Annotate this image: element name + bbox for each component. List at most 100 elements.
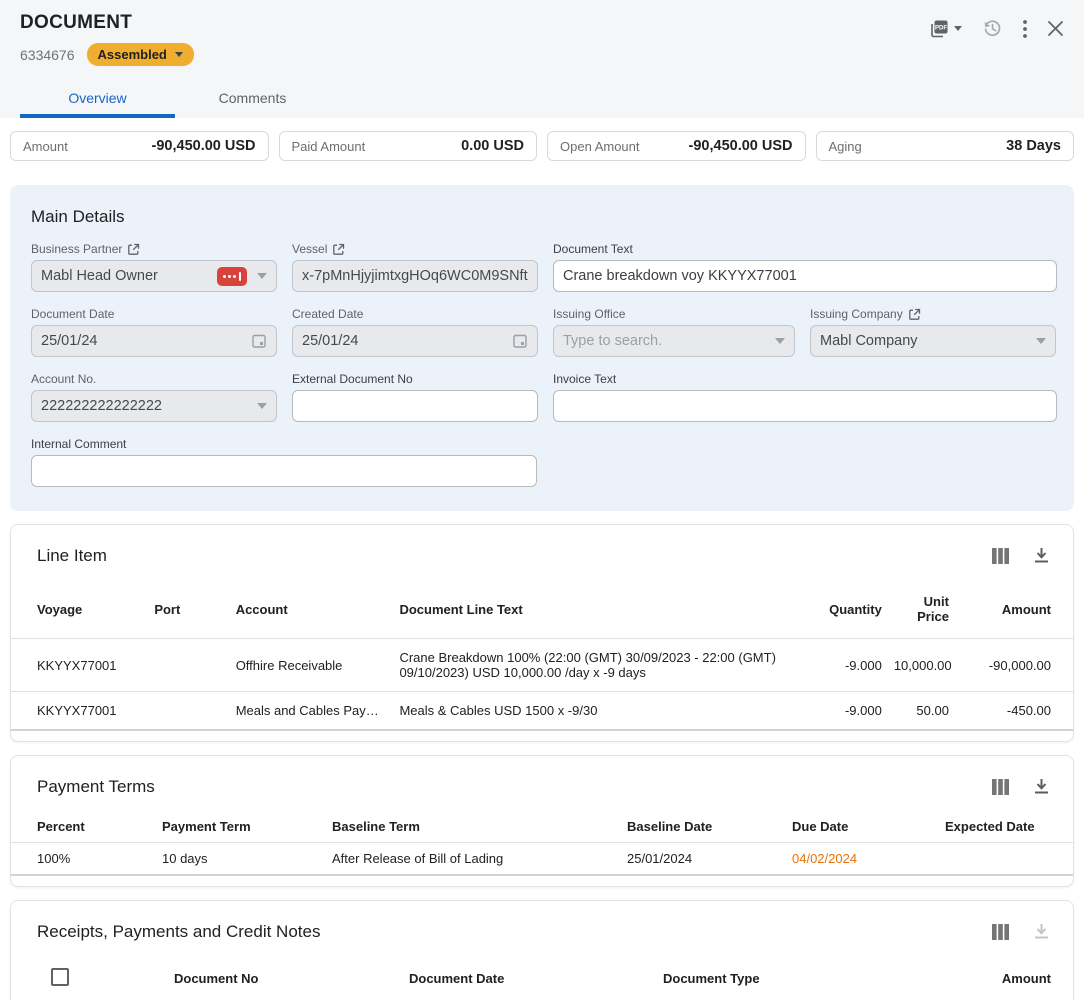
select-all-checkbox[interactable]: [51, 968, 69, 986]
history-button[interactable]: [980, 16, 1005, 41]
payment-terms-row[interactable]: 100% 10 days After Release of Bill of La…: [11, 843, 1074, 876]
columns-icon: [992, 548, 1010, 564]
col-document-date[interactable]: Document Date: [403, 956, 657, 1000]
issuing-office-field: Issuing Office Type to search.: [553, 307, 795, 357]
svg-text:PDF: PDF: [935, 25, 947, 31]
cell-amount: -450.00: [955, 692, 1073, 731]
issuing-company-select[interactable]: Mabl Company: [810, 325, 1056, 357]
chevron-down-icon: [954, 26, 962, 31]
chevron-down-icon: [775, 338, 785, 344]
chevron-down-icon: [257, 273, 267, 279]
col-port[interactable]: Port: [148, 580, 229, 639]
cell-port: [148, 692, 229, 731]
issuing-office-select[interactable]: Type to search.: [553, 325, 795, 357]
columns-icon: [992, 779, 1010, 795]
col-account[interactable]: Account: [230, 580, 394, 639]
download-button[interactable]: [1032, 776, 1051, 797]
created-date-input[interactable]: 25/01/24: [292, 325, 538, 357]
col-amount[interactable]: Amount: [955, 580, 1073, 639]
external-link-icon[interactable]: [332, 243, 345, 256]
receipts-section: Receipts, Payments and Credit Notes Docu…: [10, 900, 1074, 1000]
columns-icon: [992, 924, 1010, 940]
business-partner-label: Business Partner: [31, 242, 122, 256]
summary-cards: Amount -90,450.00 USD Paid Amount 0.00 U…: [0, 118, 1084, 161]
more-actions-chip[interactable]: [217, 267, 247, 286]
calendar-icon: [512, 333, 528, 349]
business-partner-select[interactable]: Mabl Head Owner: [31, 260, 277, 292]
status-badge-label: Assembled: [98, 47, 167, 62]
close-icon: [1047, 20, 1064, 37]
col-baseline-term[interactable]: Baseline Term: [326, 811, 621, 843]
document-text-input[interactable]: Crane breakdown voy KKYYX77001: [553, 260, 1057, 292]
receipts-table: Document No Document Date Document Type …: [11, 956, 1073, 1000]
cell-account: Meals and Cables Pay…: [230, 692, 394, 731]
line-item-row[interactable]: KKYYX77001 Offhire Receivable Crane Brea…: [11, 639, 1073, 692]
line-item-row[interactable]: KKYYX77001 Meals and Cables Pay… Meals &…: [11, 692, 1073, 731]
col-due-date[interactable]: Due Date: [786, 811, 939, 843]
status-badge-dropdown[interactable]: Assembled: [87, 43, 194, 66]
paid-amount-label: Paid Amount: [292, 139, 366, 154]
open-amount-card: Open Amount -90,450.00 USD: [547, 131, 806, 161]
document-date-input[interactable]: 25/01/24: [31, 325, 277, 357]
col-document-type[interactable]: Document Type: [657, 956, 897, 1000]
col-document-line-text[interactable]: Document Line Text: [393, 580, 814, 639]
cell-baseline-date: 25/01/2024: [621, 843, 786, 876]
download-icon: [1034, 923, 1049, 940]
cell-unit-price: 10,000.00: [888, 639, 955, 692]
tab-overview[interactable]: Overview: [20, 80, 175, 118]
col-payment-term[interactable]: Payment Term: [156, 811, 326, 843]
external-link-icon[interactable]: [127, 243, 140, 256]
open-amount-value: -90,450.00 USD: [689, 138, 793, 154]
amount-card: Amount -90,450.00 USD: [10, 131, 269, 161]
history-icon: [982, 18, 1003, 39]
issuing-company-label: Issuing Company: [810, 307, 903, 321]
cell-payment-term: 10 days: [156, 843, 326, 876]
line-item-table: Voyage Port Account Document Line Text Q…: [11, 580, 1073, 731]
cell-quantity: -9.000: [815, 639, 888, 692]
cell-amount: -90,000.00: [955, 639, 1073, 692]
created-date-value: 25/01/24: [302, 333, 506, 349]
col-unit-price[interactable]: Unit Price: [888, 580, 955, 639]
col-baseline-date[interactable]: Baseline Date: [621, 811, 786, 843]
internal-comment-input[interactable]: [31, 455, 537, 487]
kebab-menu-button[interactable]: [1021, 18, 1029, 40]
paid-amount-value: 0.00 USD: [461, 138, 524, 154]
cell-percent: 100%: [11, 843, 156, 876]
col-voyage[interactable]: Voyage: [11, 580, 148, 639]
account-no-select[interactable]: 222222222222222: [31, 390, 277, 422]
external-document-no-input[interactable]: [292, 390, 538, 422]
col-percent[interactable]: Percent: [11, 811, 156, 843]
col-expected-date[interactable]: Expected Date: [939, 811, 1074, 843]
created-date-label: Created Date: [292, 307, 363, 321]
account-no-value: 222222222222222: [41, 398, 251, 414]
download-button[interactable]: [1032, 545, 1051, 566]
cell-document-line-text: Meals & Cables USD 1500 x -9/30: [393, 692, 814, 731]
line-item-section: Line Item Voyage Port Account Document L…: [10, 524, 1074, 742]
external-document-no-field: External Document No: [292, 372, 538, 422]
payment-terms-table: Percent Payment Term Baseline Term Basel…: [11, 811, 1074, 876]
column-chooser-button[interactable]: [990, 777, 1012, 797]
vessel-input[interactable]: x-7pMnHjyjimtxgHOq6WC0M9SNft...: [292, 260, 538, 292]
cell-voyage: KKYYX77001: [11, 639, 148, 692]
internal-comment-field: Internal Comment: [31, 437, 537, 487]
cell-voyage: KKYYX77001: [11, 692, 148, 731]
external-document-no-label: External Document No: [292, 372, 413, 386]
column-chooser-button[interactable]: [990, 922, 1012, 942]
issuing-office-placeholder: Type to search.: [563, 333, 769, 349]
paid-amount-card: Paid Amount 0.00 USD: [279, 131, 538, 161]
download-icon: [1034, 778, 1049, 795]
close-button[interactable]: [1045, 18, 1066, 39]
invoice-text-input[interactable]: [553, 390, 1057, 422]
col-amount[interactable]: Amount: [897, 956, 1073, 1000]
chevron-down-icon: [257, 403, 267, 409]
internal-comment-label: Internal Comment: [31, 437, 126, 451]
external-link-icon[interactable]: [908, 308, 921, 321]
tab-comments[interactable]: Comments: [175, 80, 330, 118]
document-text-label: Document Text: [553, 242, 633, 256]
col-quantity[interactable]: Quantity: [815, 580, 888, 639]
column-chooser-button[interactable]: [990, 546, 1012, 566]
vessel-field: Vessel x-7pMnHjyjimtxgHOq6WC0M9SNft...: [292, 242, 538, 292]
col-document-no[interactable]: Document No: [168, 956, 403, 1000]
document-date-label: Document Date: [31, 307, 114, 321]
pdf-export-button[interactable]: PDF: [926, 17, 964, 41]
